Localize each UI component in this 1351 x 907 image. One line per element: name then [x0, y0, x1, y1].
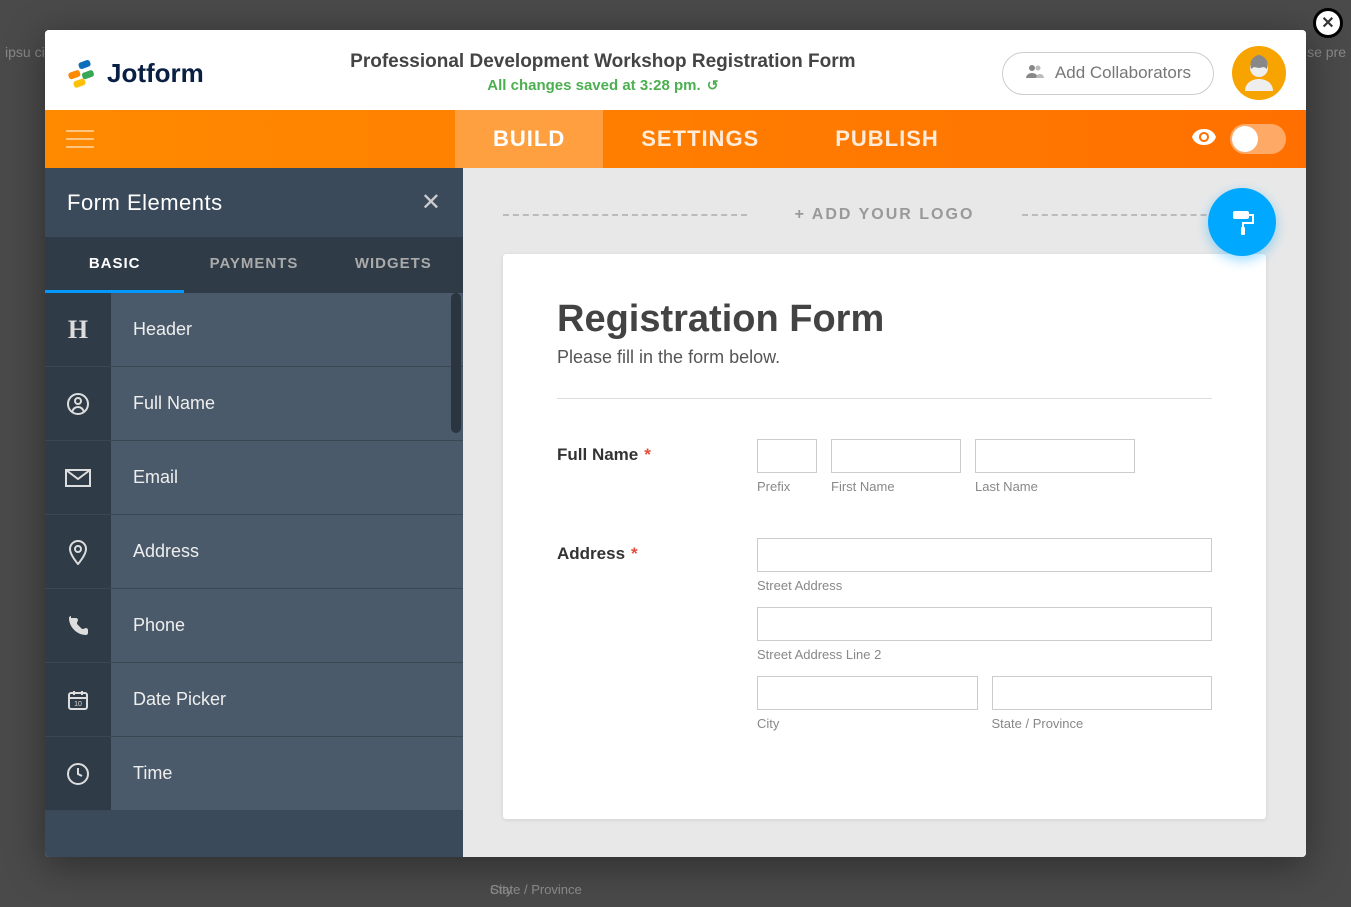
- main-area: Form Elements ✕ BASIC PAYMENTS WIDGETS H…: [45, 168, 1306, 857]
- form-subheading[interactable]: Please fill in the form below.: [557, 347, 1212, 368]
- form-builder-modal: Jotform Professional Development Worksho…: [45, 30, 1306, 857]
- add-collaborators-button[interactable]: Add Collaborators: [1002, 52, 1214, 95]
- prefix-sublabel: Prefix: [757, 479, 817, 494]
- undo-icon[interactable]: ↺: [707, 77, 719, 94]
- sidebar-tabs: BASIC PAYMENTS WIDGETS: [45, 237, 463, 293]
- field-fullname[interactable]: Full Name* Prefix First Name: [557, 439, 1212, 494]
- city-sublabel: City: [757, 716, 978, 731]
- menu-toggle[interactable]: [45, 110, 115, 168]
- sidebar-tab-widgets[interactable]: WIDGETS: [324, 237, 463, 293]
- user-avatar[interactable]: [1232, 46, 1286, 100]
- street2-input[interactable]: [757, 607, 1212, 641]
- element-datepicker[interactable]: 10 Date Picker: [45, 663, 463, 737]
- street2-sublabel: Street Address Line 2: [757, 647, 1212, 662]
- brand-logo[interactable]: Jotform: [65, 56, 204, 90]
- firstname-sublabel: First Name: [831, 479, 961, 494]
- sidebar-title: Form Elements: [67, 190, 223, 216]
- sidebar-tab-payments[interactable]: PAYMENTS: [184, 237, 323, 293]
- tab-build[interactable]: BUILD: [455, 110, 603, 168]
- element-list: H Header Full Name Email Address P: [45, 293, 463, 857]
- sidebar-close-icon[interactable]: ✕: [421, 188, 441, 217]
- logo-icon: [65, 56, 99, 90]
- title-block: Professional Development Workshop Regist…: [204, 51, 1002, 95]
- people-icon: [1025, 63, 1045, 84]
- firstname-input[interactable]: [831, 439, 961, 473]
- fullname-label: Full Name*: [557, 439, 757, 494]
- preview-icon[interactable]: [1192, 128, 1216, 151]
- clock-icon: [45, 737, 111, 810]
- element-time[interactable]: Time: [45, 737, 463, 811]
- divider: [557, 398, 1212, 399]
- element-header[interactable]: H Header: [45, 293, 463, 367]
- topbar: Jotform Professional Development Worksho…: [45, 30, 1306, 110]
- elements-sidebar: Form Elements ✕ BASIC PAYMENTS WIDGETS H…: [45, 168, 463, 857]
- save-status: All changes saved at 3:28 pm. ↺: [487, 77, 718, 94]
- street-input[interactable]: [757, 538, 1212, 572]
- phone-icon: [45, 589, 111, 662]
- form-card: Registration Form Please fill in the for…: [503, 254, 1266, 819]
- form-canvas: + ADD YOUR LOGO Registration Form Please…: [463, 168, 1306, 857]
- state-sublabel: State / Province: [992, 716, 1213, 731]
- tab-publish[interactable]: PUBLISH: [797, 110, 977, 168]
- paint-roller-fab[interactable]: [1208, 188, 1276, 256]
- pin-icon: [45, 515, 111, 588]
- publish-toggle[interactable]: [1230, 124, 1286, 154]
- street-sublabel: Street Address: [757, 578, 1212, 593]
- state-input[interactable]: [992, 676, 1213, 710]
- element-phone[interactable]: Phone: [45, 589, 463, 663]
- nav-tabs: BUILD SETTINGS PUBLISH: [455, 110, 977, 168]
- svg-text:10: 10: [74, 701, 82, 708]
- calendar-icon: 10: [45, 663, 111, 736]
- tab-settings[interactable]: SETTINGS: [603, 110, 797, 168]
- close-modal-button[interactable]: ✕: [1313, 8, 1343, 38]
- lastname-input[interactable]: [975, 439, 1135, 473]
- mail-icon: [45, 441, 111, 514]
- collab-area: Add Collaborators: [1002, 46, 1286, 100]
- city-input[interactable]: [757, 676, 978, 710]
- main-nav: BUILD SETTINGS PUBLISH: [45, 110, 1306, 168]
- form-title[interactable]: Professional Development Workshop Regist…: [204, 51, 1002, 73]
- element-email[interactable]: Email: [45, 441, 463, 515]
- address-label: Address*: [557, 538, 757, 731]
- form-heading[interactable]: Registration Form: [557, 298, 1212, 341]
- sidebar-tab-basic[interactable]: BASIC: [45, 237, 184, 293]
- header-icon: H: [45, 293, 111, 366]
- element-fullname[interactable]: Full Name: [45, 367, 463, 441]
- add-logo-dropzone[interactable]: + ADD YOUR LOGO: [503, 198, 1266, 254]
- lastname-sublabel: Last Name: [975, 479, 1135, 494]
- brand-name: Jotform: [107, 58, 204, 89]
- sidebar-scrollbar[interactable]: [451, 293, 461, 433]
- prefix-input[interactable]: [757, 439, 817, 473]
- field-address[interactable]: Address* Street Address Street Address L…: [557, 538, 1212, 731]
- collab-label: Add Collaborators: [1055, 63, 1191, 83]
- element-address[interactable]: Address: [45, 515, 463, 589]
- background-footer: City State / Province: [220, 882, 1151, 897]
- user-icon: [45, 367, 111, 440]
